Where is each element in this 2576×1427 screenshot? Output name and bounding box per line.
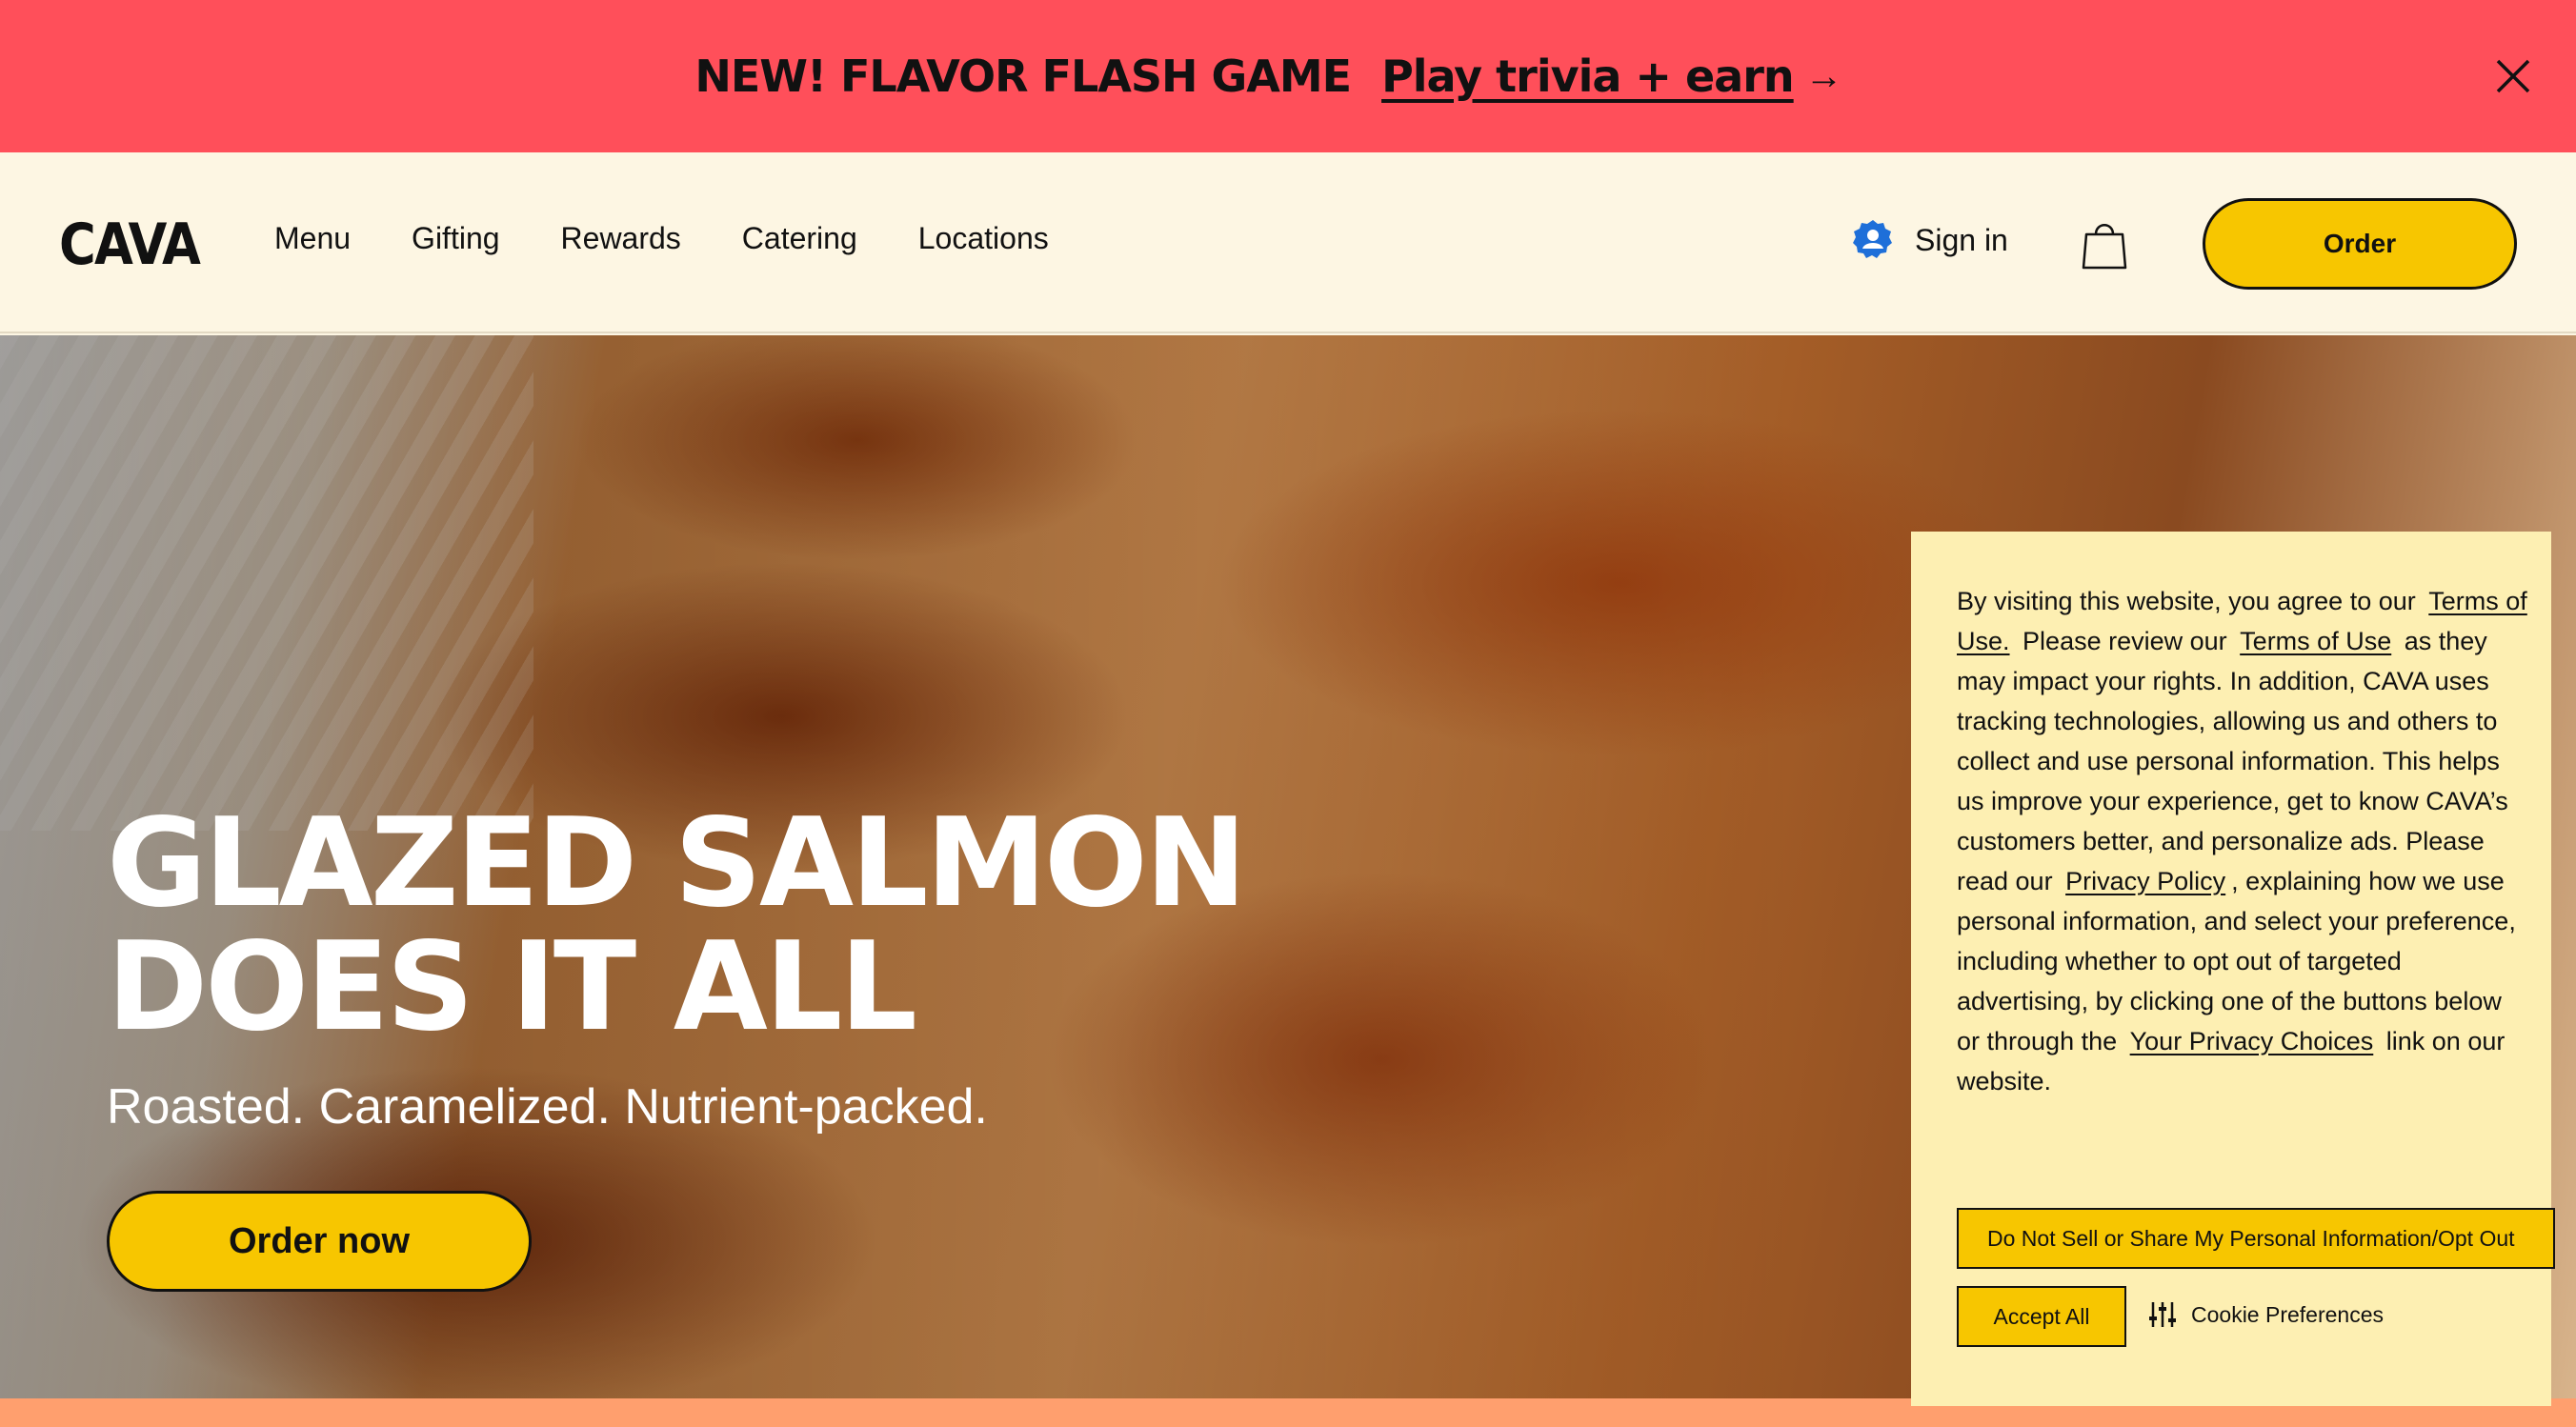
user-badge-icon bbox=[1853, 220, 1892, 258]
cookie-preferences-label: Cookie Preferences bbox=[2191, 1301, 2384, 1327]
nav-item-menu[interactable]: Menu bbox=[274, 221, 351, 256]
promo-content: NEW! FLAVOR FLASH GAME Play trivia + ear… bbox=[694, 50, 1842, 102]
promo-title: NEW! FLAVOR FLASH GAME bbox=[694, 50, 1352, 102]
cava-logo[interactable]: CAVA bbox=[59, 211, 201, 278]
hero-title-line1: GLAZED SALMON bbox=[107, 793, 1247, 935]
main-nav: Menu Gifting Rewards Catering Locations bbox=[274, 221, 1049, 256]
promo-link[interactable]: Play trivia + earn bbox=[1381, 50, 1795, 102]
cookie-consent-text: By visiting this website, you agree to o… bbox=[1957, 581, 2528, 1101]
order-button[interactable]: Order bbox=[2203, 198, 2517, 290]
hero-image-decoration bbox=[0, 335, 533, 831]
cookie-consent-panel: By visiting this website, you agree to o… bbox=[1911, 532, 2555, 1406]
hero-subtitle: Roasted. Caramelized. Nutrient-packed. bbox=[107, 1079, 988, 1135]
hero-title-line2: DOES IT ALL bbox=[107, 916, 917, 1058]
arrow-right-icon: → bbox=[1804, 54, 1843, 97]
order-now-button[interactable]: Order now bbox=[107, 1191, 532, 1292]
site-header: CAVA Menu Gifting Rewards Catering Locat… bbox=[0, 152, 2576, 333]
nav-item-locations[interactable]: Locations bbox=[918, 221, 1049, 256]
nav-item-rewards[interactable]: Rewards bbox=[561, 221, 681, 256]
cookie-text-1: By visiting this website, you agree to o… bbox=[1957, 587, 2416, 615]
privacy-policy-link[interactable]: Privacy Policy bbox=[2065, 867, 2225, 895]
accept-all-button[interactable]: Accept All bbox=[1957, 1286, 2126, 1347]
nav-item-catering[interactable]: Catering bbox=[742, 221, 857, 256]
shopping-bag-icon[interactable] bbox=[2081, 219, 2128, 271]
close-icon[interactable] bbox=[2492, 55, 2534, 97]
nav-item-gifting[interactable]: Gifting bbox=[412, 221, 499, 256]
sign-in-button[interactable]: Sign in bbox=[1850, 217, 2008, 263]
privacy-choices-link[interactable]: Your Privacy Choices bbox=[2130, 1027, 2374, 1055]
cookie-text-3: as they may impact your rights. In addit… bbox=[1957, 627, 2508, 895]
opt-out-button[interactable]: Do Not Sell or Share My Personal Informa… bbox=[1957, 1208, 2555, 1269]
promo-banner: NEW! FLAVOR FLASH GAME Play trivia + ear… bbox=[0, 0, 2576, 152]
terms-of-use-link-2[interactable]: Terms of Use bbox=[2240, 627, 2391, 655]
sign-in-label: Sign in bbox=[1915, 222, 2008, 257]
cookie-text-2: Please review our bbox=[2023, 627, 2227, 655]
cookie-preferences-button[interactable]: Cookie Preferences bbox=[2147, 1299, 2384, 1330]
hero-title: GLAZED SALMON DOES IT ALL bbox=[107, 793, 1247, 1058]
sliders-icon bbox=[2149, 1302, 2176, 1327]
